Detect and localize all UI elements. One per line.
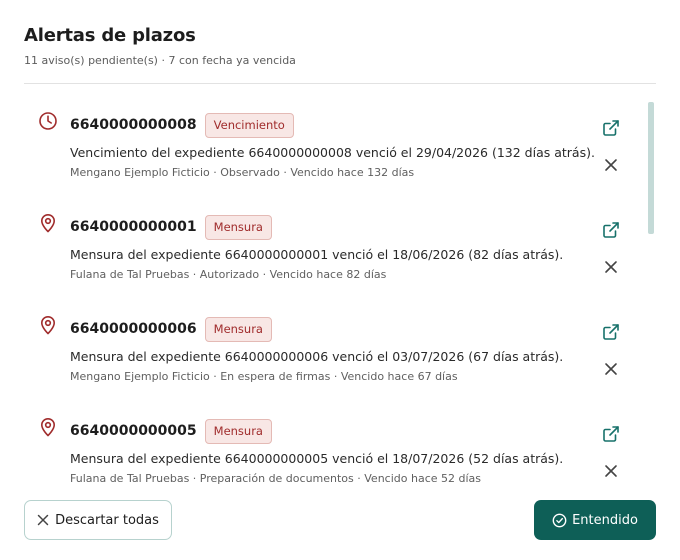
- alert-expedient-id: 6640000000001: [70, 219, 197, 235]
- alert-description: Mensura del expediente 6640000000001 ven…: [70, 247, 564, 262]
- alert-description: Mensura del expediente 6640000000006 ven…: [70, 349, 564, 364]
- alert-item: 6640000000008 Vencimiento Vencimiento de…: [24, 100, 624, 202]
- dialog-subtitle: 11 aviso(s) pendiente(s) · 7 con fecha y…: [24, 54, 296, 67]
- dialog-title: Alertas de plazos: [24, 25, 196, 46]
- external-link-icon: [603, 120, 619, 136]
- alert-head: 6640000000005 Mensura: [70, 418, 272, 444]
- acknowledge-label: Entendido: [572, 512, 638, 528]
- alert-meta: Mengano Ejemplo Ficticio · En espera de …: [70, 370, 458, 383]
- check-circle-icon: [552, 513, 567, 527]
- scrollbar-thumb[interactable]: [648, 102, 654, 234]
- alert-expedient-id: 6640000000006: [70, 321, 197, 337]
- open-external-button[interactable]: [600, 423, 622, 445]
- open-external-button[interactable]: [600, 321, 622, 343]
- dialog-footer: Descartar todas Entendido: [0, 488, 680, 560]
- external-link-icon: [603, 426, 619, 442]
- scrollbar[interactable]: [648, 102, 654, 488]
- dismiss-alert-button[interactable]: [601, 461, 621, 481]
- alert-type-badge: Mensura: [204, 418, 272, 444]
- alert-head: 6640000000008 Vencimiento: [70, 112, 294, 138]
- location-pin-icon: [38, 213, 58, 233]
- alert-list: 6640000000008 Vencimiento Vencimiento de…: [24, 100, 624, 488]
- alert-type-badge: Vencimiento: [204, 112, 294, 138]
- close-icon: [605, 465, 617, 477]
- alert-meta: Fulana de Tal Pruebas · Autorizado · Ven…: [70, 268, 387, 281]
- external-link-icon: [603, 324, 619, 340]
- location-pin-icon: [38, 315, 58, 335]
- alert-meta: Fulana de Tal Pruebas · Preparación de d…: [70, 472, 482, 485]
- alert-list-scroll-area[interactable]: 6640000000008 Vencimiento Vencimiento de…: [24, 100, 656, 488]
- close-icon: [37, 514, 49, 526]
- alert-type-badge: Mensura: [204, 214, 272, 240]
- alert-item: 6640000000005 Mensura Mensura del expedi…: [24, 406, 624, 488]
- dismiss-alert-button[interactable]: [601, 257, 621, 277]
- external-link-icon: [603, 222, 619, 238]
- close-icon: [605, 159, 617, 171]
- acknowledge-button[interactable]: Entendido: [534, 500, 656, 540]
- close-icon: [605, 261, 617, 273]
- location-pin-icon: [38, 417, 58, 437]
- open-external-button[interactable]: [600, 117, 622, 139]
- header-divider: [24, 83, 656, 84]
- discard-all-button[interactable]: Descartar todas: [24, 500, 172, 540]
- dismiss-alert-button[interactable]: [601, 155, 621, 175]
- alert-expedient-id: 6640000000008: [70, 117, 197, 133]
- alert-item: 6640000000001 Mensura Mensura del expedi…: [24, 202, 624, 304]
- dismiss-alert-button[interactable]: [601, 359, 621, 379]
- close-icon: [605, 363, 617, 375]
- clock-icon: [38, 111, 58, 131]
- alert-description: Vencimiento del expediente 6640000000008…: [70, 145, 595, 160]
- alert-expedient-id: 6640000000005: [70, 423, 197, 439]
- alert-head: 6640000000006 Mensura: [70, 316, 272, 342]
- open-external-button[interactable]: [600, 219, 622, 241]
- discard-all-label: Descartar todas: [55, 512, 159, 528]
- alert-head: 6640000000001 Mensura: [70, 214, 272, 240]
- alert-meta: Mengano Ejemplo Ficticio · Observado · V…: [70, 166, 415, 179]
- alert-type-badge: Mensura: [204, 316, 272, 342]
- dialog-header: Alertas de plazos 11 aviso(s) pendiente(…: [24, 24, 656, 68]
- alert-item: 6640000000006 Mensura Mensura del expedi…: [24, 304, 624, 406]
- alert-description: Mensura del expediente 6640000000005 ven…: [70, 451, 564, 466]
